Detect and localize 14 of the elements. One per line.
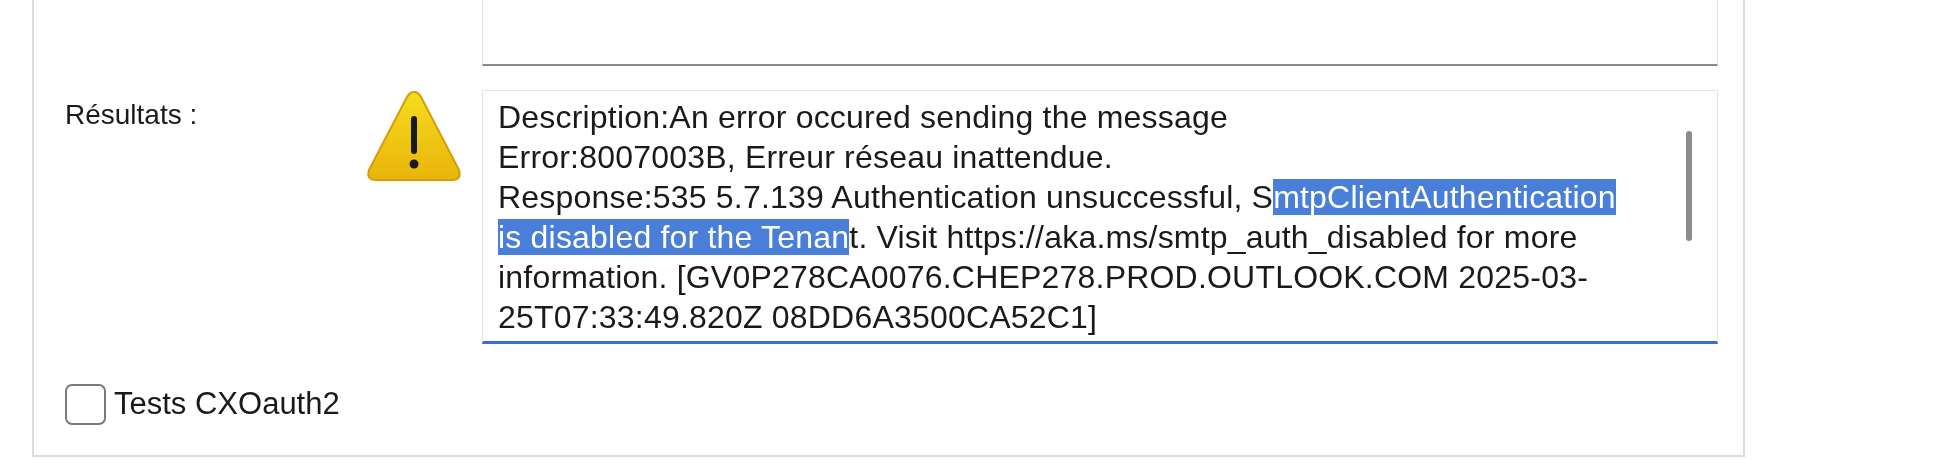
results-text-area[interactable]: [482, 90, 1718, 344]
result-text: Description:An error occured sending the message: [498, 99, 1228, 135]
results-label: Résultats :: [65, 98, 198, 132]
scrollbar-thumb[interactable]: [1686, 131, 1692, 241]
warning-icon: [366, 88, 462, 184]
checkbox[interactable]: [65, 383, 106, 425]
result-text: Response:535 5.7.139 Authentication unsuccessful, S: [498, 179, 1274, 215]
result-text: t. Visit https://aka.ms/smtp_auth_disabled for more: [849, 219, 1578, 255]
selected-text: mtpClientAuthentication: [1273, 179, 1616, 215]
result-text: Error:8007003B, Erreur réseau inattendue.: [498, 139, 1113, 175]
text-area[interactable]: [482, 0, 1718, 66]
checkbox-label: Tests CXOauth2: [114, 385, 340, 423]
result-text: 25T07:33:49.820Z 08DD6A3500CA52C1]: [498, 299, 1098, 335]
result-text: information. [GV0P278CA0076.CHEP278.PROD.OUTLOOK.COM 2025-03-: [498, 259, 1588, 295]
